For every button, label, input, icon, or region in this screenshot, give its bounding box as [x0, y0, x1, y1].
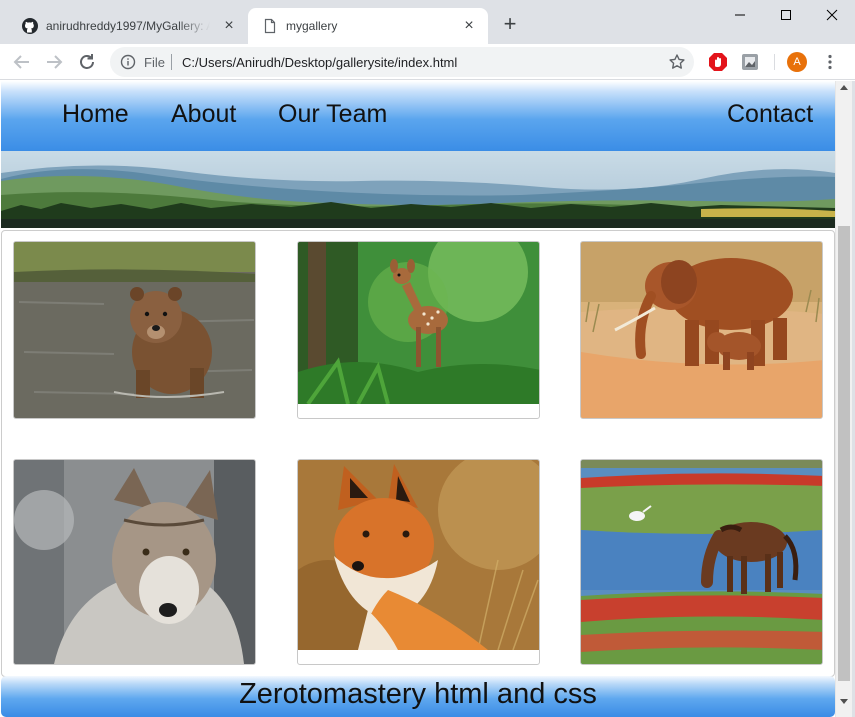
gallery-card-wolf[interactable] [13, 459, 256, 665]
scroll-down-arrow-icon[interactable] [840, 699, 848, 704]
bear-photo [14, 242, 255, 418]
new-tab-button[interactable]: + [498, 13, 522, 37]
fox-photo [298, 460, 539, 650]
site-navbar: Home About Our Team Contact [1, 81, 835, 151]
gallery-card-deer[interactable] [297, 241, 540, 419]
forward-button[interactable] [42, 50, 66, 74]
wolf-photo [14, 460, 255, 664]
tab-title: mygallery [286, 19, 338, 33]
maximize-icon [781, 10, 791, 20]
gallery-card-elephants[interactable] [580, 241, 823, 419]
browser-titlebar: anirudhreddy1997/MyGallery: A × mygaller… [0, 0, 855, 44]
gallery-card-horse[interactable] [580, 459, 823, 665]
tab-title: anirudhreddy1997/MyGallery: A [46, 19, 210, 33]
gallery-card-fox[interactable] [297, 459, 540, 665]
browser-toolbar: File C:/Users/Anirudh/Desktop/gallerysit… [0, 44, 855, 80]
nav-team-link[interactable]: Our Team [278, 100, 387, 129]
github-icon [22, 18, 38, 34]
close-icon [826, 9, 838, 21]
horse-photo [581, 460, 822, 664]
deer-photo [298, 242, 539, 404]
divider [774, 54, 775, 70]
close-icon[interactable]: × [220, 17, 238, 35]
nav-home-link[interactable]: Home [62, 100, 129, 129]
tab-github[interactable]: anirudhreddy1997/MyGallery: A × [8, 8, 248, 44]
reload-button[interactable] [75, 50, 99, 74]
scroll-up-arrow-icon[interactable] [840, 85, 848, 90]
adblock-extension-icon[interactable] [708, 52, 728, 72]
divider [171, 54, 172, 70]
reload-icon [80, 54, 94, 69]
window-close-button[interactable] [809, 0, 855, 30]
url-text[interactable]: C:/Users/Anirudh/Desktop/gallerysite/ind… [182, 55, 457, 70]
nav-contact-link[interactable]: Contact [727, 100, 813, 129]
site-footer: Zerotomastery html and css [1, 676, 835, 717]
scrollbar-thumb[interactable] [838, 226, 850, 681]
info-icon[interactable] [120, 54, 136, 70]
minimize-icon [735, 14, 745, 16]
footer-text: Zerotomastery html and css [239, 678, 597, 710]
maximize-button[interactable] [763, 0, 809, 30]
minimize-button[interactable] [717, 0, 763, 30]
more-menu-icon[interactable] [820, 52, 840, 72]
nav-about-link[interactable]: About [171, 100, 236, 129]
address-bar[interactable]: File C:/Users/Anirudh/Desktop/gallerysit… [110, 47, 694, 77]
tab-mygallery[interactable]: mygallery × [248, 8, 488, 44]
gallery-card-bear[interactable] [13, 241, 256, 419]
landscape-banner [1, 151, 835, 228]
star-icon[interactable] [668, 53, 686, 71]
arrow-right-icon [47, 55, 63, 69]
page-viewport: Home About Our Team Contact Zerotomaster… [1, 81, 835, 717]
url-scheme-label: File [144, 55, 165, 70]
profile-avatar[interactable]: A [787, 52, 807, 72]
gallery-grid [1, 230, 835, 677]
back-button[interactable] [10, 50, 34, 74]
close-icon[interactable]: × [460, 17, 478, 35]
document-icon [262, 18, 278, 34]
page-scrollbar[interactable] [835, 81, 852, 717]
elephant-photo [581, 242, 822, 418]
picture-extension-icon[interactable] [740, 52, 760, 72]
arrow-left-icon [13, 55, 29, 69]
